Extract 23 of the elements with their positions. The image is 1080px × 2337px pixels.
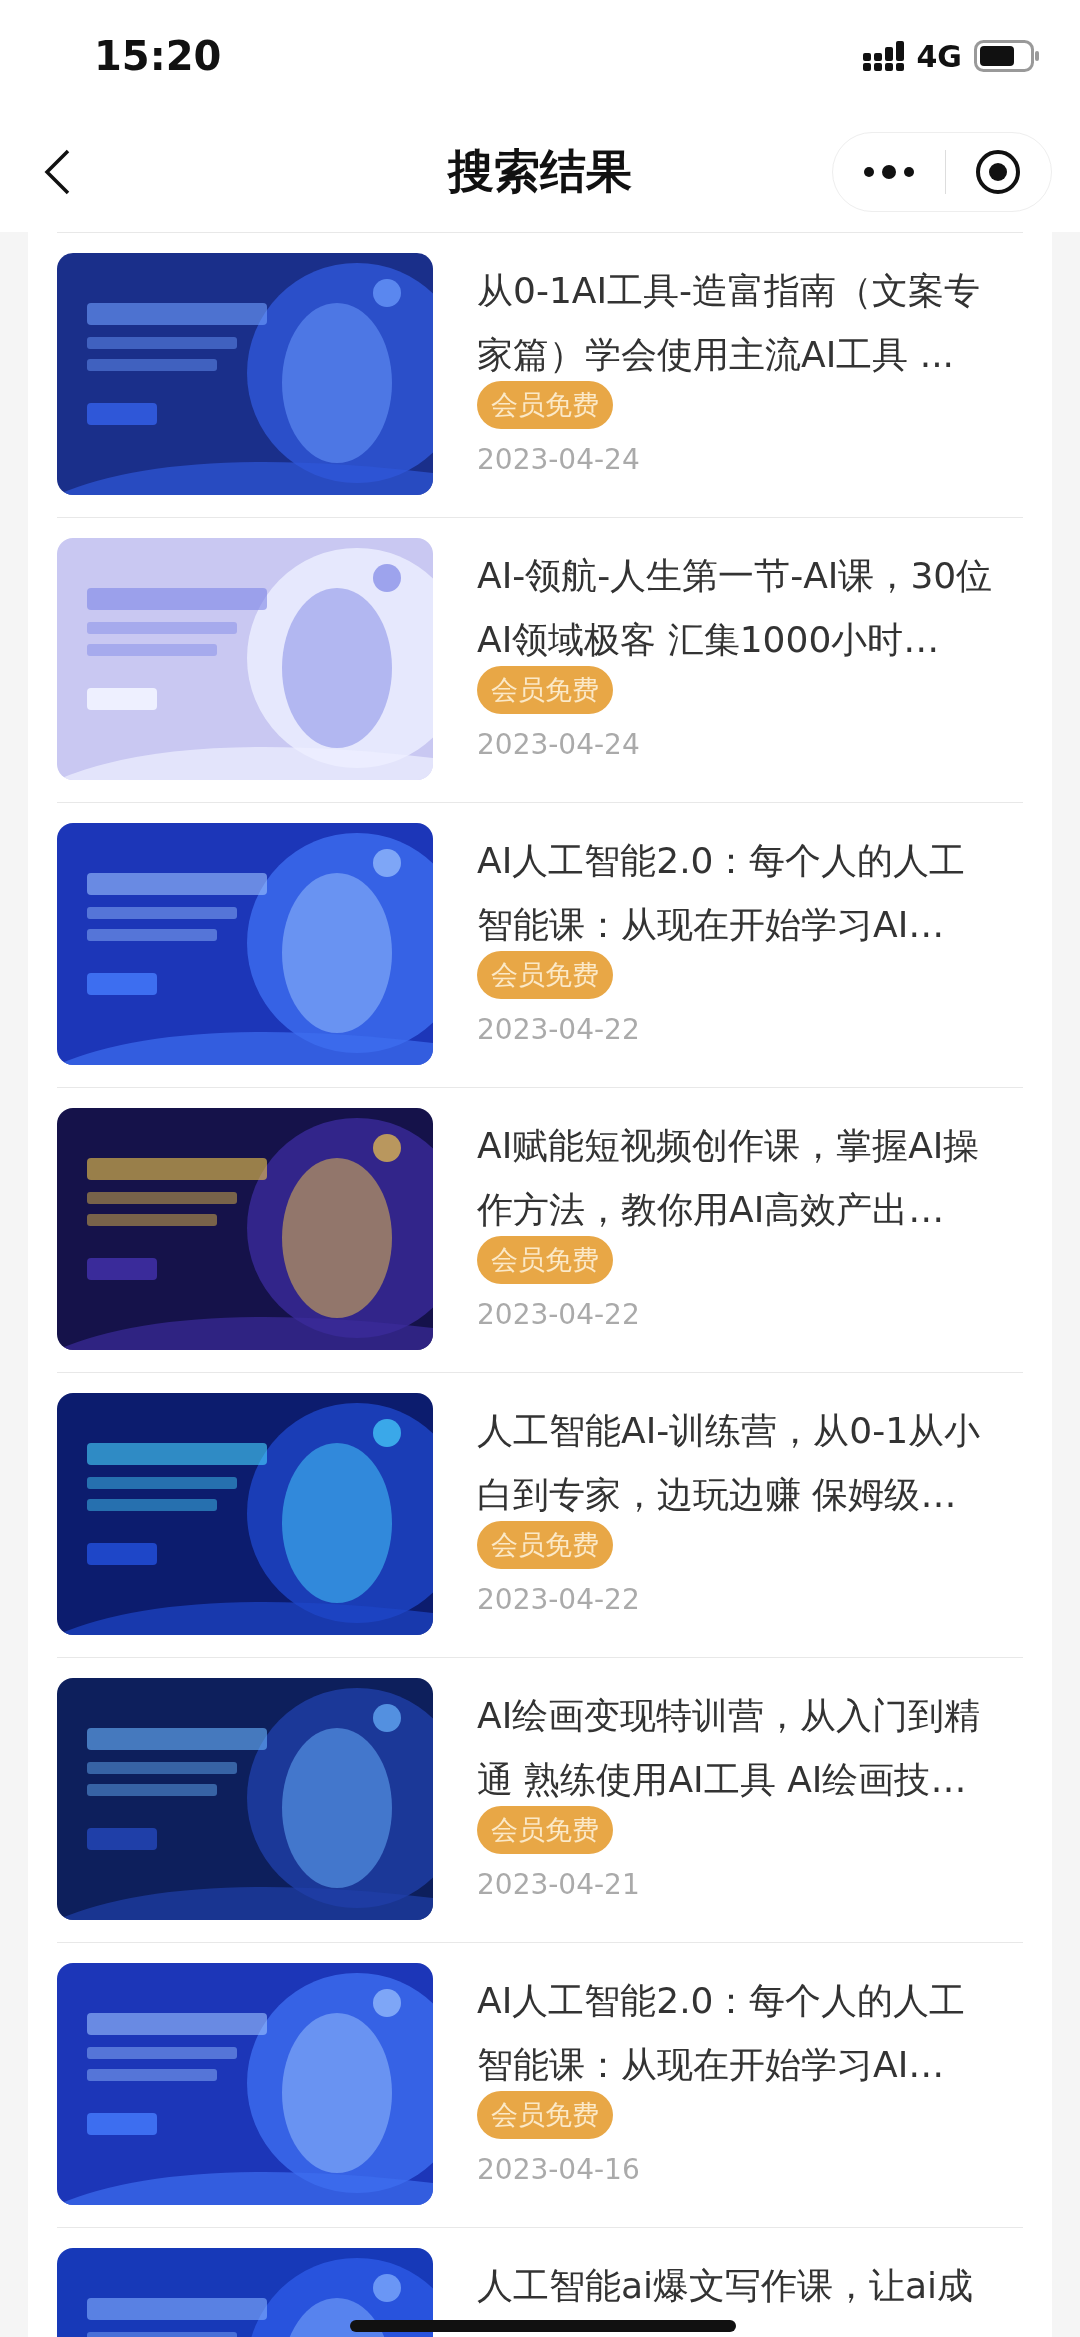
signal-icon — [862, 41, 907, 71]
result-date: 2023-04-16 — [477, 2153, 640, 2186]
page-title: 搜索结果 — [446, 143, 633, 200]
member-free-badge: 会员免费 — [477, 1236, 613, 1284]
battery-icon — [974, 40, 1040, 72]
member-free-badge: 会员免费 — [477, 1806, 613, 1854]
result-date: 2023-04-22 — [477, 1013, 640, 1046]
member-free-badge: 会员免费 — [477, 2091, 613, 2139]
result-date: 2023-04-24 — [477, 443, 640, 476]
network-label: 4G — [916, 38, 962, 74]
member-free-badge: 会员免费 — [477, 381, 613, 429]
result-date: 2023-04-24 — [477, 728, 640, 761]
result-date: 2023-04-22 — [477, 1583, 640, 1616]
result-date: 2023-04-21 — [477, 1868, 640, 1901]
member-free-badge: 会员免费 — [477, 951, 613, 999]
more-icon[interactable] — [862, 165, 915, 179]
result-date: 2023-04-22 — [477, 1298, 640, 1331]
back-icon[interactable] — [44, 149, 70, 195]
member-free-badge: 会员免费 — [477, 666, 613, 714]
status-time: 15:20 — [94, 33, 223, 79]
result-title[interactable]: 人工智能ai爆文写作课，让ai成 — [477, 2254, 997, 2318]
member-free-badge: 会员免费 — [477, 1521, 613, 1569]
close-icon[interactable] — [975, 149, 1022, 195]
